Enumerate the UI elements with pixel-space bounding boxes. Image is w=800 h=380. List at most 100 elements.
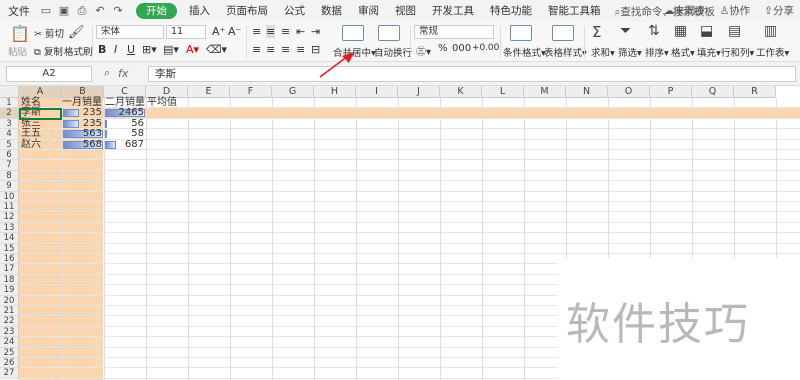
- column-header-i[interactable]: I: [356, 86, 398, 98]
- bold-icon[interactable]: B: [98, 43, 106, 56]
- select-all-corner[interactable]: [0, 86, 19, 98]
- column-header-e[interactable]: E: [188, 86, 230, 98]
- format-icon[interactable]: ▦: [674, 23, 687, 39]
- save-icon[interactable]: ▣: [58, 4, 70, 18]
- tab-view[interactable]: 视图: [387, 0, 424, 22]
- filter-icon[interactable]: ⏷: [620, 23, 631, 39]
- row-header-8[interactable]: 8: [0, 170, 19, 182]
- column-header-r[interactable]: R: [734, 86, 776, 98]
- tab-features[interactable]: 特色功能: [482, 0, 540, 22]
- tab-page-layout[interactable]: 页面布局: [218, 0, 276, 22]
- table-style-icon[interactable]: [552, 25, 574, 41]
- cut-button[interactable]: ✂ 剪切: [34, 26, 64, 40]
- open-icon[interactable]: ▭: [40, 4, 52, 18]
- eraser-icon[interactable]: ⌫▾: [206, 43, 227, 56]
- row-header-5[interactable]: 5: [0, 139, 19, 150]
- row-header-14[interactable]: 14: [0, 233, 19, 244]
- row-header-25[interactable]: 25: [0, 347, 19, 358]
- row-header-12[interactable]: 12: [0, 212, 19, 223]
- row-header-11[interactable]: 11: [0, 202, 19, 213]
- align-left-icon[interactable]: ≡: [252, 43, 261, 56]
- thousands-icon[interactable]: 000: [452, 43, 471, 54]
- increase-font-icon[interactable]: A⁺: [212, 25, 225, 38]
- sort-button[interactable]: 排序▾: [645, 45, 669, 59]
- row-header-16[interactable]: 16: [0, 254, 19, 265]
- cell-feb-sales[interactable]: 58: [104, 129, 146, 139]
- align-right-icon[interactable]: ≡: [281, 43, 290, 56]
- align-center-icon[interactable]: ≡: [266, 43, 275, 56]
- rows-cols-button[interactable]: 行和列▾: [721, 45, 754, 59]
- sort-icon[interactable]: ⇅: [648, 23, 660, 39]
- cond-format-button[interactable]: 条件格式▾: [503, 45, 546, 59]
- tab-formulas[interactable]: 公式: [276, 0, 313, 22]
- row-header-6[interactable]: 6: [0, 150, 19, 161]
- cell-feb-sales[interactable]: 687: [104, 139, 146, 150]
- table-style-button[interactable]: 表格样式▾: [544, 45, 587, 59]
- cell-feb-sales[interactable]: 2465: [104, 108, 146, 118]
- format-painter-button[interactable]: 格式刷: [64, 44, 93, 58]
- tab-home[interactable]: 开始: [136, 3, 177, 19]
- name-box[interactable]: A2: [6, 66, 92, 82]
- row-header-9[interactable]: 9: [0, 181, 19, 192]
- indent-left-icon[interactable]: ⇤: [296, 25, 305, 38]
- header-avg[interactable]: 平均值: [147, 98, 177, 108]
- format-painter-icon[interactable]: 🖌: [68, 25, 85, 40]
- tab-review[interactable]: 审阅: [350, 0, 387, 22]
- row-header-24[interactable]: 24: [0, 337, 19, 348]
- column-header-f[interactable]: F: [230, 86, 272, 98]
- cell-name[interactable]: 赵六: [21, 139, 41, 150]
- row-header-23[interactable]: 23: [0, 326, 19, 338]
- row-header-18[interactable]: 18: [0, 274, 19, 286]
- decimal-increase-icon[interactable]: +0: [472, 43, 485, 53]
- rows-cols-icon[interactable]: ▤: [728, 23, 741, 39]
- currency-icon[interactable]: ㊂▾: [416, 43, 431, 58]
- decimal-decrease-icon[interactable]: .00: [485, 43, 499, 53]
- column-header-j[interactable]: J: [398, 86, 440, 98]
- align-middle-icon[interactable]: ≡: [266, 25, 276, 38]
- fill-color-icon[interactable]: ▤▾: [163, 43, 179, 56]
- wrap-text-button[interactable]: 自动换行: [374, 45, 412, 59]
- collab-button[interactable]: ♙协作: [720, 0, 750, 22]
- filter-button[interactable]: 筛选▾: [618, 45, 642, 59]
- row-header-27[interactable]: 27: [0, 368, 19, 379]
- tab-toolbox[interactable]: 智能工具箱: [540, 0, 609, 22]
- border-icon[interactable]: ⊞▾: [142, 43, 157, 56]
- merge-center-icon[interactable]: [342, 25, 364, 41]
- formula-input[interactable]: 李斯: [148, 66, 796, 82]
- align-bottom-icon[interactable]: ≡: [281, 25, 290, 38]
- font-size-select[interactable]: 11: [166, 25, 206, 39]
- undo-icon[interactable]: ↶: [94, 4, 106, 18]
- cell-name[interactable]: 王五: [21, 129, 41, 139]
- fx-icon[interactable]: fx: [118, 67, 128, 80]
- row-header-13[interactable]: 13: [0, 222, 19, 234]
- indent-right-icon[interactable]: ⇥: [311, 25, 320, 38]
- percent-icon[interactable]: %: [438, 43, 448, 54]
- column-header-p[interactable]: P: [650, 86, 692, 98]
- row-header-21[interactable]: 21: [0, 306, 19, 317]
- underline-icon[interactable]: U: [127, 43, 135, 56]
- share-button[interactable]: ⇪分享: [764, 0, 794, 22]
- fill-button[interactable]: 填充▾: [697, 45, 721, 59]
- row-header-20[interactable]: 20: [0, 295, 19, 306]
- paste-button[interactable]: 粘贴: [8, 44, 27, 58]
- number-format-select[interactable]: 常规: [414, 25, 494, 39]
- cell-jan-sales[interactable]: 568: [62, 139, 104, 150]
- align-top-icon[interactable]: ≡: [252, 25, 261, 38]
- tab-insert[interactable]: 插入: [181, 0, 218, 22]
- column-header-m[interactable]: M: [524, 86, 566, 98]
- font-color-icon[interactable]: A▾: [186, 43, 199, 56]
- justify-icon[interactable]: ≡: [296, 43, 305, 56]
- column-header-k[interactable]: K: [440, 86, 482, 98]
- column-header-o[interactable]: O: [608, 86, 650, 98]
- row-header-17[interactable]: 17: [0, 264, 19, 275]
- worksheet-button[interactable]: 工作表▾: [756, 45, 789, 59]
- zoom-icon[interactable]: ⌕: [104, 66, 110, 80]
- file-menu[interactable]: 文件: [8, 3, 30, 19]
- sum-button[interactable]: 求和▾: [591, 45, 615, 59]
- column-header-n[interactable]: N: [566, 86, 608, 98]
- cell-jan-sales[interactable]: 563: [62, 129, 104, 139]
- column-header-g[interactable]: G: [272, 86, 314, 98]
- tab-developer[interactable]: 开发工具: [424, 0, 482, 22]
- column-header-q[interactable]: Q: [692, 86, 734, 98]
- decrease-font-icon[interactable]: A⁻: [228, 25, 241, 38]
